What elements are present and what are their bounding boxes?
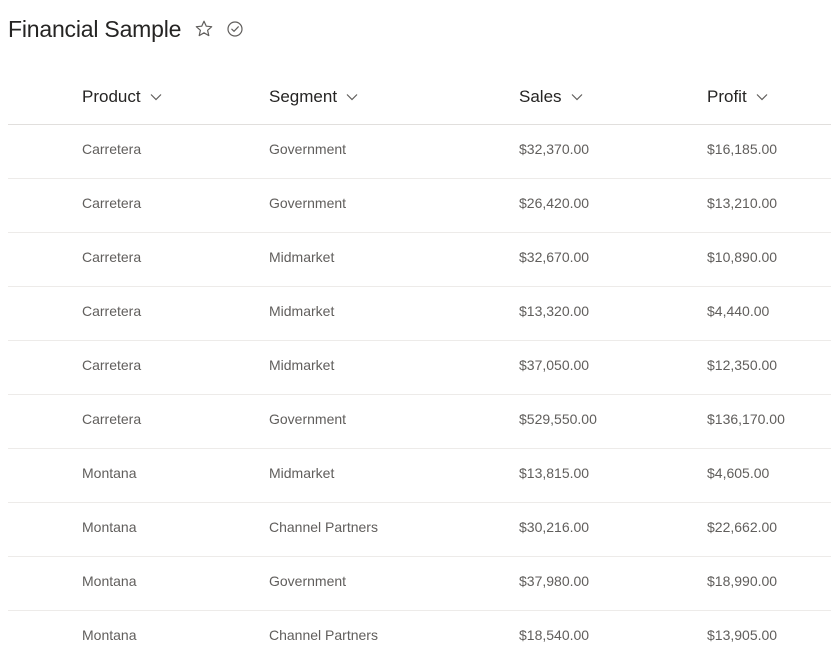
cell-product: Montana [82, 627, 137, 643]
list-row[interactable]: Carretera Midmarket $32,670.00 $10,890.0… [8, 233, 831, 287]
cell-segment: Midmarket [269, 357, 335, 373]
cell-product: Carretera [82, 195, 142, 211]
cell-sales: $529,550.00 [519, 411, 597, 427]
cell-product: Carretera [82, 411, 142, 427]
cell-sales: $13,815.00 [519, 465, 590, 481]
cell-segment: Government [269, 141, 347, 157]
cell-sales: $32,370.00 [519, 141, 590, 157]
cell-sales: $26,420.00 [519, 195, 590, 211]
cell-sales: $37,980.00 [519, 573, 590, 589]
column-header-label: Segment [269, 87, 338, 106]
cell-sales: $37,050.00 [519, 357, 590, 373]
cell-sales: $13,320.00 [519, 303, 590, 319]
cell-segment: Channel Partners [269, 627, 378, 643]
cell-product: Montana [82, 519, 137, 535]
list-row[interactable]: Montana Channel Partners $18,540.00 $13,… [8, 611, 831, 664]
column-header-product[interactable]: Product [82, 87, 162, 107]
cell-profit: $22,662.00 [707, 519, 778, 535]
cell-product: Carretera [82, 303, 142, 319]
cell-profit: $13,905.00 [707, 627, 778, 643]
list-row[interactable]: Carretera Government $32,370.00 $16,185.… [8, 125, 831, 179]
column-header-label: Sales [519, 87, 562, 106]
cell-product: Carretera [82, 357, 142, 373]
list-row[interactable]: Montana Government $37,980.00 $18,990.00 [8, 557, 831, 611]
list-row[interactable]: Carretera Government $529,550.00 $136,17… [8, 395, 831, 449]
cell-profit: $12,350.00 [707, 357, 778, 373]
cell-profit: $10,890.00 [707, 249, 778, 265]
column-header-label: Product [82, 87, 141, 106]
cell-segment: Channel Partners [269, 519, 378, 535]
cell-segment: Midmarket [269, 465, 335, 481]
chevron-down-icon [756, 93, 768, 101]
list-row[interactable]: Montana Channel Partners $30,216.00 $22,… [8, 503, 831, 557]
cell-sales: $30,216.00 [519, 519, 590, 535]
cell-product: Carretera [82, 249, 142, 265]
cell-profit: $16,185.00 [707, 141, 778, 157]
chevron-down-icon [150, 93, 162, 101]
list-row[interactable]: Carretera Government $26,420.00 $13,210.… [8, 179, 831, 233]
cell-profit: $136,170.00 [707, 411, 785, 427]
column-header-sales[interactable]: Sales [519, 87, 583, 107]
cell-product: Montana [82, 573, 137, 589]
cell-profit: $4,605.00 [707, 465, 770, 481]
title-bar: Financial Sample [8, 12, 244, 46]
column-header-profit[interactable]: Profit [707, 87, 768, 107]
cell-profit: $4,440.00 [707, 303, 770, 319]
chevron-down-icon [346, 93, 358, 101]
cell-profit: $18,990.00 [707, 573, 778, 589]
column-header-row: Product Segment Sales Profit [8, 70, 831, 125]
column-header-segment[interactable]: Segment [269, 87, 358, 107]
cell-segment: Government [269, 411, 347, 427]
cell-segment: Midmarket [269, 303, 335, 319]
cell-product: Carretera [82, 141, 142, 157]
check-circle-icon[interactable] [226, 20, 244, 38]
list-row[interactable]: Carretera Midmarket $37,050.00 $12,350.0… [8, 341, 831, 395]
cell-sales: $32,670.00 [519, 249, 590, 265]
cell-profit: $13,210.00 [707, 195, 778, 211]
list-row[interactable]: Montana Midmarket $13,815.00 $4,605.00 [8, 449, 831, 503]
column-header-label: Profit [707, 87, 747, 106]
star-outline-icon[interactable] [194, 19, 214, 39]
cell-segment: Government [269, 573, 347, 589]
list-row[interactable]: Carretera Midmarket $13,320.00 $4,440.00 [8, 287, 831, 341]
page-title: Financial Sample [8, 15, 182, 42]
chevron-down-icon [571, 93, 583, 101]
cell-segment: Midmarket [269, 249, 335, 265]
cell-product: Montana [82, 465, 137, 481]
cell-sales: $18,540.00 [519, 627, 590, 643]
cell-segment: Government [269, 195, 347, 211]
list-view: Product Segment Sales Profit Carretera G [8, 70, 831, 664]
